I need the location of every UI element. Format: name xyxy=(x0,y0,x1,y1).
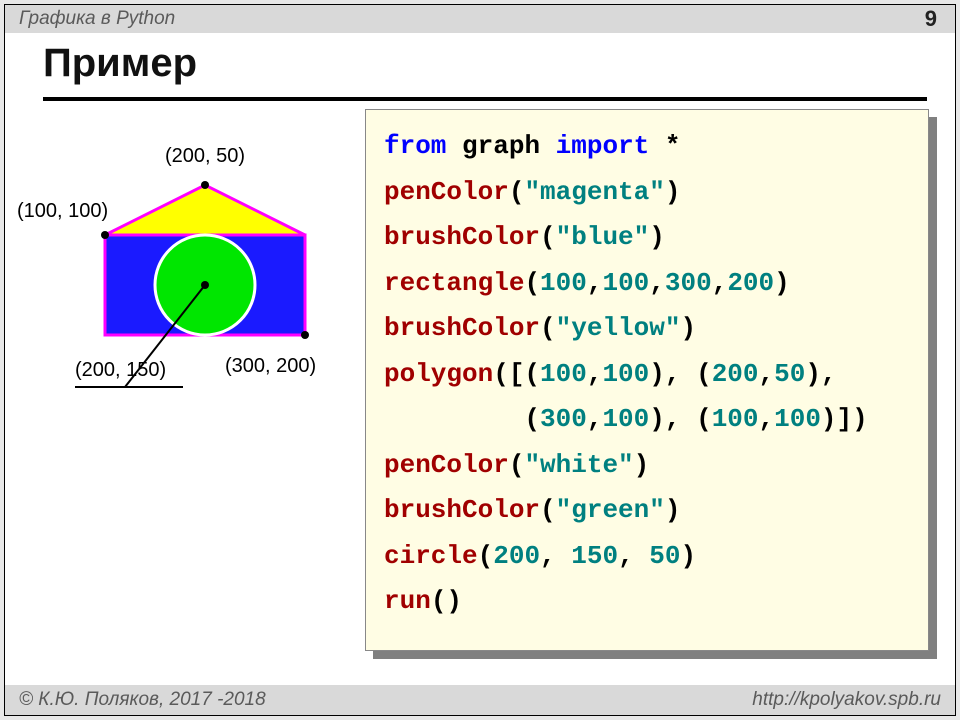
c: , xyxy=(712,268,728,298)
dot-100-100 xyxy=(101,231,109,239)
triangle-shape xyxy=(105,185,305,235)
p: ( xyxy=(478,541,494,571)
fn-run: run xyxy=(384,586,431,616)
label-100-100: (100, 100) xyxy=(17,200,108,223)
kw-from: from xyxy=(384,131,446,161)
slide: Графика в Python 9 Пример (200, 50) (100… xyxy=(4,4,956,716)
label-200-50: (200, 50) xyxy=(165,145,245,168)
str-green: "green" xyxy=(556,495,665,525)
p: ) xyxy=(634,450,650,480)
n: 50 xyxy=(649,541,680,571)
p: ), xyxy=(805,359,836,389)
kw-import: import xyxy=(556,131,650,161)
star: * xyxy=(665,131,681,161)
c: , xyxy=(587,359,603,389)
copyright: © К.Ю. Поляков, 2017 -2018 xyxy=(19,689,266,711)
n: 100 xyxy=(602,268,649,298)
n: 200 xyxy=(493,541,540,571)
p: ( xyxy=(509,450,525,480)
c: , xyxy=(587,268,603,298)
n: 100 xyxy=(540,359,587,389)
n: 100 xyxy=(712,404,759,434)
n: 200 xyxy=(727,268,774,298)
fn-circle: circle xyxy=(384,541,478,571)
c: , xyxy=(759,404,775,434)
p: ), ( xyxy=(649,404,711,434)
pad: ( xyxy=(384,404,540,434)
p: ([( xyxy=(493,359,540,389)
c: , xyxy=(649,268,665,298)
str-white: "white" xyxy=(524,450,633,480)
p: ) xyxy=(665,495,681,525)
dot-200-50 xyxy=(201,181,209,189)
p: ) xyxy=(665,177,681,207)
lecture-title: Графика в Python xyxy=(19,8,175,30)
p: ) xyxy=(680,313,696,343)
n: 150 xyxy=(571,541,618,571)
n: 100 xyxy=(602,359,649,389)
n: 50 xyxy=(774,359,805,389)
p: ) xyxy=(774,268,790,298)
header-bar: Графика в Python 9 xyxy=(5,5,955,33)
figure: (200, 50) (100, 100) (300, 200) (200, 15… xyxy=(35,155,365,455)
fn-brushcolor1: brushColor xyxy=(384,222,540,252)
id-graph: graph xyxy=(462,131,540,161)
p: ( xyxy=(540,222,556,252)
slide-title: Пример xyxy=(43,41,197,86)
str-magenta: "magenta" xyxy=(524,177,664,207)
code-block: from graph import * penColor("magenta") … xyxy=(365,109,929,651)
p: ( xyxy=(540,313,556,343)
footer-url: http://kpolyakov.spb.ru xyxy=(752,689,941,711)
n: 100 xyxy=(540,268,587,298)
p: ( xyxy=(524,268,540,298)
p: () xyxy=(431,586,462,616)
dot-300-200 xyxy=(301,331,309,339)
n: 300 xyxy=(665,268,712,298)
n: 300 xyxy=(540,404,587,434)
p: ( xyxy=(540,495,556,525)
fn-pencolor1: penColor xyxy=(384,177,509,207)
c: , xyxy=(540,541,571,571)
label-200-150: (200, 150) xyxy=(75,359,166,382)
fn-rectangle: rectangle xyxy=(384,268,524,298)
label-300-200: (300, 200) xyxy=(225,355,316,378)
footer-bar: © К.Ю. Поляков, 2017 -2018 http://kpolya… xyxy=(5,685,955,715)
n: 200 xyxy=(712,359,759,389)
page-number: 9 xyxy=(925,6,941,32)
p: ) xyxy=(649,222,665,252)
fn-brushcolor2: brushColor xyxy=(384,313,540,343)
p: )]) xyxy=(821,404,868,434)
n: 100 xyxy=(774,404,821,434)
title-divider xyxy=(43,97,927,101)
c: , xyxy=(759,359,775,389)
str-yellow: "yellow" xyxy=(556,313,681,343)
fn-brushcolor3: brushColor xyxy=(384,495,540,525)
p: ( xyxy=(509,177,525,207)
c: , xyxy=(587,404,603,434)
p: ), ( xyxy=(649,359,711,389)
str-blue: "blue" xyxy=(556,222,650,252)
n: 100 xyxy=(602,404,649,434)
fn-pencolor2: penColor xyxy=(384,450,509,480)
fn-polygon: polygon xyxy=(384,359,493,389)
p: ) xyxy=(681,541,697,571)
c: , xyxy=(618,541,649,571)
